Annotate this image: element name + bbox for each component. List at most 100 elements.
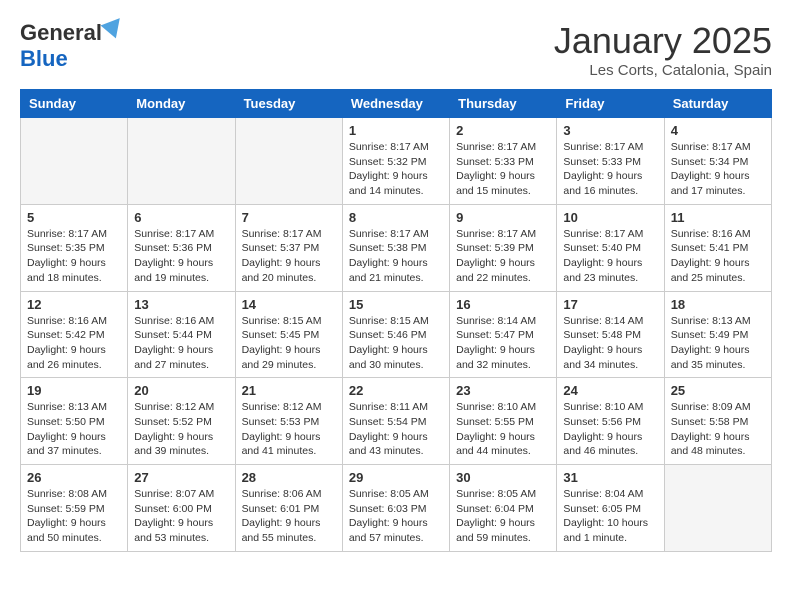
- calendar-cell: 14 Sunrise: 8:15 AMSunset: 5:45 PMDayligh…: [235, 291, 342, 378]
- day-number: 31: [563, 470, 657, 485]
- day-number: 29: [349, 470, 443, 485]
- calendar-cell: 12 Sunrise: 8:16 AMSunset: 5:42 PMDayligh…: [21, 291, 128, 378]
- calendar-cell: 23Sunrise: 8:10 AMSunset: 5:55 PMDayligh…: [450, 378, 557, 465]
- calendar-cell: 21Sunrise: 8:12 AMSunset: 5:53 PMDayligh…: [235, 378, 342, 465]
- calendar-cell: 18 Sunrise: 8:13 AMSunset: 5:49 PMDayligh…: [664, 291, 771, 378]
- weekday-header-sunday: Sunday: [21, 90, 128, 118]
- day-info: Sunrise: 8:09 AMSunset: 5:58 PMDaylight:…: [671, 400, 765, 459]
- day-info: Sunrise: 8:17 AMSunset: 5:38 PMDaylight:…: [349, 227, 443, 286]
- day-info: Sunrise: 8:17 AMSunset: 5:32 PMDaylight:…: [349, 140, 443, 199]
- day-number: 8: [349, 210, 443, 225]
- day-info: Sunrise: 8:08 AMSunset: 5:59 PMDaylight:…: [27, 487, 121, 546]
- calendar-cell: 15Sunrise: 8:15 AMSunset: 5:46 PMDayligh…: [342, 291, 449, 378]
- day-info: Sunrise: 8:07 AMSunset: 6:00 PMDaylight:…: [134, 487, 228, 546]
- day-info: Sunrise: 8:15 AMSunset: 5:45 PMDaylight:…: [242, 314, 336, 373]
- logo: General Blue: [20, 20, 124, 72]
- day-number: 16: [456, 297, 550, 312]
- day-info: Sunrise: 8:17 AMSunset: 5:36 PMDaylight:…: [134, 227, 228, 286]
- logo-triangle-icon: [100, 12, 127, 39]
- calendar-cell: 30 Sunrise: 8:05 AMSunset: 6:04 PMDayligh…: [450, 465, 557, 552]
- day-number: 23: [456, 383, 550, 398]
- day-number: 27: [134, 470, 228, 485]
- calendar-cell: 7Sunrise: 8:17 AMSunset: 5:37 PMDaylight…: [235, 204, 342, 291]
- day-number: 6: [134, 210, 228, 225]
- calendar-cell: 28 Sunrise: 8:06 AMSunset: 6:01 PMDayligh…: [235, 465, 342, 552]
- calendar-cell: [21, 118, 128, 205]
- page-header: General Blue January 2025 Les Corts, Cat…: [20, 20, 772, 79]
- day-number: 14: [242, 297, 336, 312]
- day-info: Sunrise: 8:13 AMSunset: 5:50 PMDaylight:…: [27, 400, 121, 459]
- calendar-cell: 9 Sunrise: 8:17 AMSunset: 5:39 PMDaylight…: [450, 204, 557, 291]
- day-number: 12: [27, 297, 121, 312]
- calendar-cell: 26Sunrise: 8:08 AMSunset: 5:59 PMDayligh…: [21, 465, 128, 552]
- calendar-cell: 16Sunrise: 8:14 AMSunset: 5:47 PMDayligh…: [450, 291, 557, 378]
- calendar-cell: 6 Sunrise: 8:17 AMSunset: 5:36 PMDaylight…: [128, 204, 235, 291]
- day-number: 2: [456, 123, 550, 138]
- day-info: Sunrise: 8:06 AMSunset: 6:01 PMDaylight:…: [242, 487, 336, 546]
- day-number: 11: [671, 210, 765, 225]
- calendar-cell: 2 Sunrise: 8:17 AMSunset: 5:33 PMDaylight…: [450, 118, 557, 205]
- calendar-table: SundayMondayTuesdayWednesdayThursdayFrid…: [20, 89, 772, 552]
- day-number: 25: [671, 383, 765, 398]
- day-info: Sunrise: 8:13 AMSunset: 5:49 PMDaylight:…: [671, 314, 765, 373]
- day-info: Sunrise: 8:16 AMSunset: 5:42 PMDaylight:…: [27, 314, 121, 373]
- day-info: Sunrise: 8:05 AMSunset: 6:03 PMDaylight:…: [349, 487, 443, 546]
- day-number: 5: [27, 210, 121, 225]
- day-info: Sunrise: 8:10 AMSunset: 5:56 PMDaylight:…: [563, 400, 657, 459]
- day-info: Sunrise: 8:17 AMSunset: 5:35 PMDaylight:…: [27, 227, 121, 286]
- weekday-header-tuesday: Tuesday: [235, 90, 342, 118]
- calendar-week-row: 12 Sunrise: 8:16 AMSunset: 5:42 PMDayligh…: [21, 291, 772, 378]
- day-number: 9: [456, 210, 550, 225]
- calendar-cell: 27 Sunrise: 8:07 AMSunset: 6:00 PMDayligh…: [128, 465, 235, 552]
- day-number: 13: [134, 297, 228, 312]
- day-info: Sunrise: 8:17 AMSunset: 5:37 PMDaylight:…: [242, 227, 336, 286]
- weekday-header-monday: Monday: [128, 90, 235, 118]
- day-info: Sunrise: 8:16 AMSunset: 5:41 PMDaylight:…: [671, 227, 765, 286]
- location-text: Les Corts, Catalonia, Spain: [554, 62, 772, 79]
- day-number: 17: [563, 297, 657, 312]
- calendar-cell: 8 Sunrise: 8:17 AMSunset: 5:38 PMDaylight…: [342, 204, 449, 291]
- day-number: 18: [671, 297, 765, 312]
- weekday-header-saturday: Saturday: [664, 90, 771, 118]
- calendar-header-row: SundayMondayTuesdayWednesdayThursdayFrid…: [21, 90, 772, 118]
- day-number: 21: [242, 383, 336, 398]
- day-info: Sunrise: 8:17 AMSunset: 5:34 PMDaylight:…: [671, 140, 765, 199]
- title-block: January 2025 Les Corts, Catalonia, Spain: [554, 20, 772, 79]
- calendar-cell: 25 Sunrise: 8:09 AMSunset: 5:58 PMDayligh…: [664, 378, 771, 465]
- day-number: 10: [563, 210, 657, 225]
- day-info: Sunrise: 8:12 AMSunset: 5:52 PMDaylight:…: [134, 400, 228, 459]
- calendar-cell: [128, 118, 235, 205]
- day-number: 28: [242, 470, 336, 485]
- calendar-cell: 3 Sunrise: 8:17 AMSunset: 5:33 PMDaylight…: [557, 118, 664, 205]
- day-number: 24: [563, 383, 657, 398]
- day-info: Sunrise: 8:17 AMSunset: 5:40 PMDaylight:…: [563, 227, 657, 286]
- day-info: Sunrise: 8:04 AMSunset: 6:05 PMDaylight:…: [563, 487, 657, 546]
- day-info: Sunrise: 8:17 AMSunset: 5:33 PMDaylight:…: [456, 140, 550, 199]
- weekday-header-wednesday: Wednesday: [342, 90, 449, 118]
- calendar-cell: 13 Sunrise: 8:16 AMSunset: 5:44 PMDayligh…: [128, 291, 235, 378]
- weekday-header-thursday: Thursday: [450, 90, 557, 118]
- day-info: Sunrise: 8:16 AMSunset: 5:44 PMDaylight:…: [134, 314, 228, 373]
- day-number: 30: [456, 470, 550, 485]
- calendar-cell: 17Sunrise: 8:14 AMSunset: 5:48 PMDayligh…: [557, 291, 664, 378]
- calendar-week-row: 26Sunrise: 8:08 AMSunset: 5:59 PMDayligh…: [21, 465, 772, 552]
- calendar-cell: 29 Sunrise: 8:05 AMSunset: 6:03 PMDayligh…: [342, 465, 449, 552]
- logo-blue-text: Blue: [20, 46, 68, 72]
- day-number: 3: [563, 123, 657, 138]
- calendar-cell: 1 Sunrise: 8:17 AMSunset: 5:32 PMDaylight…: [342, 118, 449, 205]
- day-number: 1: [349, 123, 443, 138]
- calendar-week-row: 1 Sunrise: 8:17 AMSunset: 5:32 PMDaylight…: [21, 118, 772, 205]
- day-info: Sunrise: 8:17 AMSunset: 5:39 PMDaylight:…: [456, 227, 550, 286]
- calendar-cell: [235, 118, 342, 205]
- calendar-cell: 24 Sunrise: 8:10 AMSunset: 5:56 PMDayligh…: [557, 378, 664, 465]
- day-number: 19: [27, 383, 121, 398]
- calendar-week-row: 19 Sunrise: 8:13 AMSunset: 5:50 PMDayligh…: [21, 378, 772, 465]
- calendar-cell: 4Sunrise: 8:17 AMSunset: 5:34 PMDaylight…: [664, 118, 771, 205]
- day-info: Sunrise: 8:17 AMSunset: 5:33 PMDaylight:…: [563, 140, 657, 199]
- logo-general-text: General: [20, 20, 102, 46]
- calendar-cell: 22Sunrise: 8:11 AMSunset: 5:54 PMDayligh…: [342, 378, 449, 465]
- calendar-cell: [664, 465, 771, 552]
- calendar-cell: 5 Sunrise: 8:17 AMSunset: 5:35 PMDaylight…: [21, 204, 128, 291]
- day-info: Sunrise: 8:05 AMSunset: 6:04 PMDaylight:…: [456, 487, 550, 546]
- calendar-cell: 10 Sunrise: 8:17 AMSunset: 5:40 PMDayligh…: [557, 204, 664, 291]
